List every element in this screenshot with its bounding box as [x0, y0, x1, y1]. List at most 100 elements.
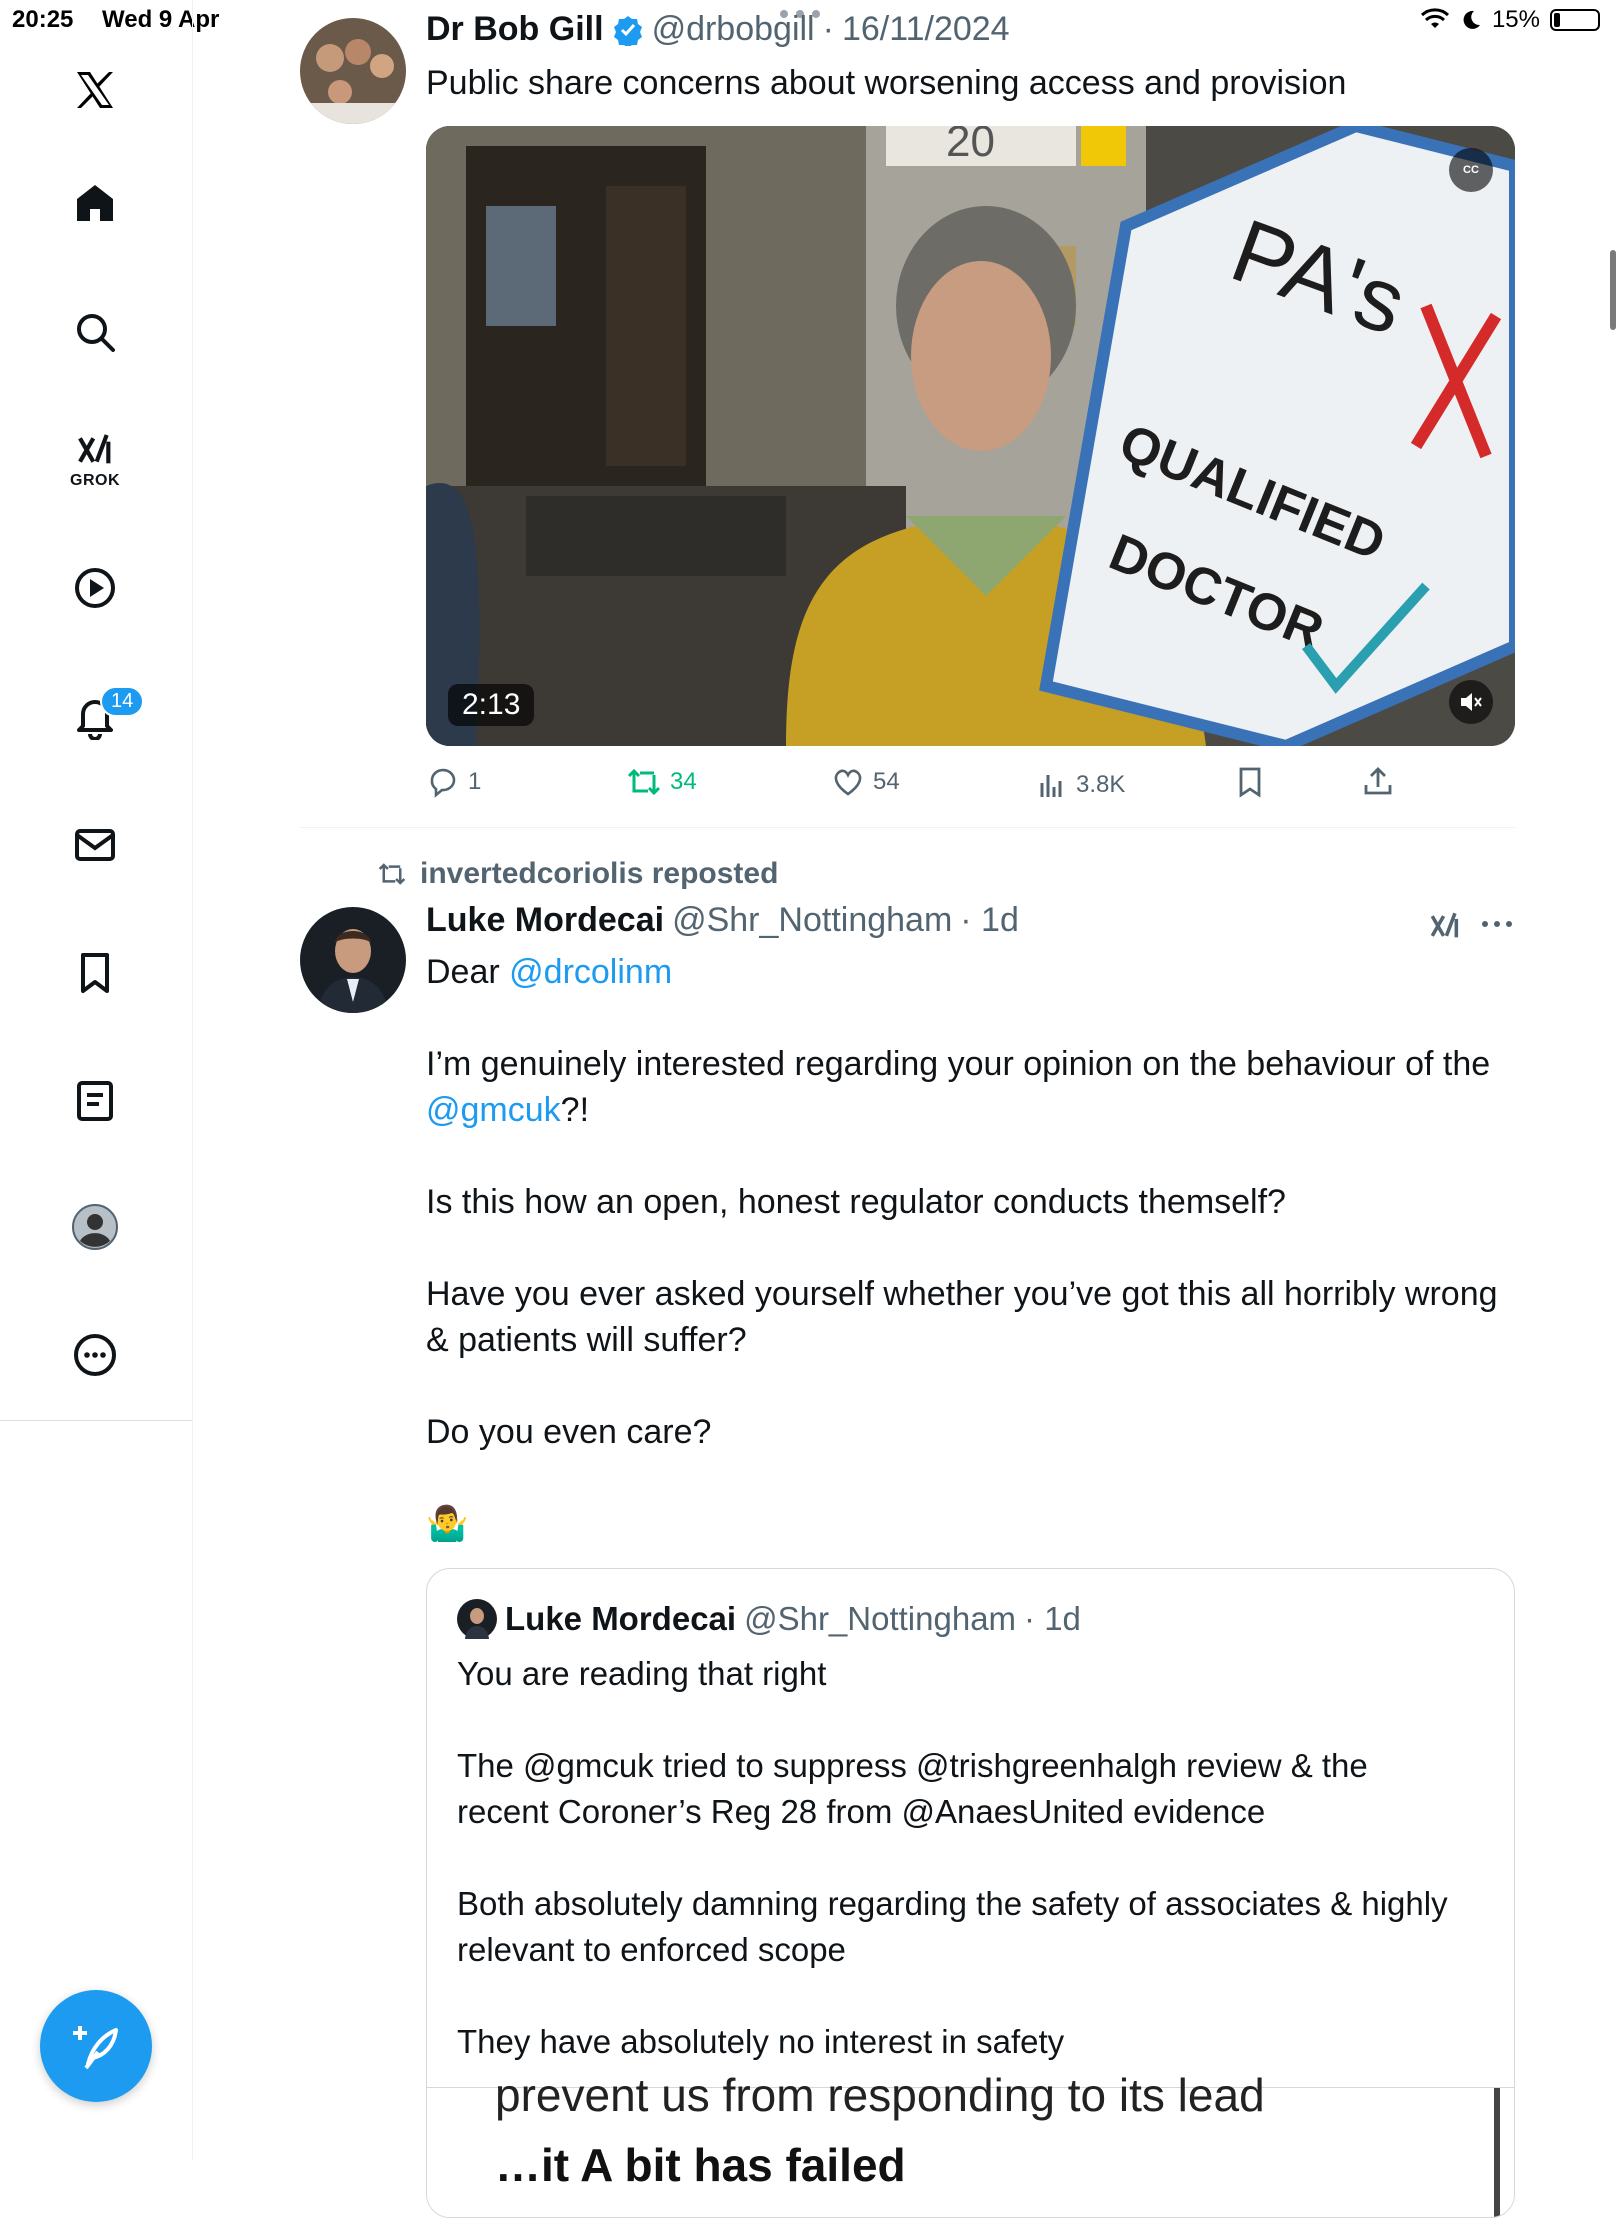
quote-author-handle[interactable]: @Shr_Nottingham [744, 1600, 1016, 1638]
quote-line: You are reading that right [457, 1655, 827, 1692]
paragraph-text: I’m genuinely interested regarding your … [426, 1045, 1491, 1083]
tweet-body: Dear @drcolinm I’m genuinely interested … [426, 949, 1515, 1547]
sidebar-item-profile[interactable] [45, 1187, 145, 1267]
tweet-line: Dear @drcolinm [426, 949, 1515, 995]
avatar[interactable] [300, 907, 406, 1013]
sidebar-item-explore[interactable] [45, 292, 145, 372]
sidebar-item-more[interactable] [45, 1315, 145, 1395]
tweet-luke-mordecai[interactable]: invertedcoriolis reposted Luke Mordecai … [300, 827, 1515, 2218]
sidebar-item-notifications[interactable]: 14 [45, 676, 145, 756]
views-button[interactable]: 3.8K [1036, 769, 1125, 801]
list-icon [77, 1081, 113, 1121]
tweet-text: Public share concerns about worsening ac… [426, 64, 1347, 102]
scrollbar[interactable] [1610, 250, 1616, 330]
view-count: 3.8K [1076, 771, 1126, 798]
tweet-drbobgill[interactable]: Dr Bob Gill @drbobgill · 16/11/2024 Publ… [300, 0, 1515, 828]
compose-feather-icon [73, 2026, 118, 2070]
video-frame: 20 PA's QUALIFIED DOCTOR [426, 126, 1515, 746]
shrug-emoji: 🤷‍♂️ [426, 1505, 469, 1543]
mail-icon [75, 829, 115, 861]
quote-line: relevant to enforced scope [457, 1931, 846, 1968]
notifications-badge: 14 [100, 686, 145, 717]
repost-icon [627, 768, 661, 796]
author-name[interactable]: Luke Mordecai [426, 901, 664, 940]
repost-button[interactable]: 34 [626, 765, 697, 799]
repost-indicator: invertedcoriolis reposted [376, 857, 778, 891]
sidebar-item-bookmarks[interactable] [45, 933, 145, 1013]
avatar[interactable] [300, 18, 406, 124]
portrait-avatar-icon [300, 907, 406, 1013]
profile-avatar-icon [72, 1204, 118, 1250]
bookmark-icon [1239, 767, 1261, 798]
play-circle-icon [75, 568, 115, 608]
separator-dot: · [822, 10, 834, 48]
grok-icon [78, 434, 111, 464]
quote-avatar [457, 1599, 497, 1639]
share-icon [1364, 767, 1392, 795]
sidebar-item-home[interactable] [45, 163, 145, 243]
paragraph-text: Do you even care? [426, 1413, 712, 1451]
quote-line: The @gmcuk tried to suppress @trishgreen… [457, 1747, 1368, 1784]
x-logo-icon[interactable] [45, 50, 145, 130]
sidebar-item-grok[interactable]: GROK [45, 420, 145, 500]
sidebar-item-messages[interactable] [45, 805, 145, 885]
repost-icon [378, 863, 406, 885]
author-handle[interactable]: @drbobgill [652, 10, 815, 49]
sidebar-nav: GROK 14 [0, 0, 193, 2160]
tweet-actions: 1 34 54 3.8K [426, 765, 1515, 809]
image-text: …it A bit has failed [495, 2139, 906, 2191]
more-options-icon[interactable] [1480, 919, 1514, 929]
tweet-paragraph: Have you ever asked yourself whether you… [426, 1271, 1515, 1363]
sidebar-item-videos[interactable] [45, 548, 145, 628]
sidebar-divider [0, 1420, 192, 1421]
mention-drcolinm[interactable]: @drcolinm [509, 953, 672, 991]
more-circle-icon [74, 1334, 116, 1376]
compose-button[interactable] [40, 1990, 152, 2102]
verified-badge-icon [613, 15, 642, 46]
quoted-tweet[interactable]: Luke Mordecai @Shr_Nottingham · 1d You a… [426, 1568, 1515, 2218]
share-button[interactable] [1361, 765, 1395, 799]
paragraph-text: & patients will suffer? [426, 1321, 747, 1359]
reply-button[interactable]: 1 [426, 765, 481, 799]
home-icon [77, 185, 113, 221]
quote-author-name[interactable]: Luke Mordecai [505, 1600, 736, 1638]
tweet-paragraph: I’m genuinely interested regarding your … [426, 1041, 1515, 1133]
reply-count: 1 [468, 768, 482, 795]
building-number: 20 [946, 126, 995, 166]
quote-line: Both absolutely damning regarding the sa… [457, 1885, 1448, 1922]
sidebar-item-lists[interactable] [45, 1061, 145, 1141]
quote-attached-image[interactable]: prevent us from responding to its lead …… [427, 2069, 1514, 2217]
speaker-muted-icon [1461, 693, 1482, 711]
author-handle[interactable]: @Shr_Nottingham [672, 901, 952, 940]
greeting-text: Dear [426, 953, 510, 991]
reposted-by-label[interactable]: invertedcoriolis reposted [420, 857, 778, 891]
bookmark-icon [81, 953, 109, 993]
tweet-time[interactable]: · 1d [960, 901, 1019, 940]
like-count: 54 [873, 768, 900, 795]
tweet-date[interactable]: 16/11/2024 [842, 10, 1010, 49]
image-margin-line [1494, 2088, 1500, 2217]
reply-icon [430, 768, 456, 798]
heart-icon [834, 769, 862, 796]
mention-gmcuk[interactable]: @gmcuk [426, 1091, 561, 1129]
quote-time[interactable]: · 1d [1024, 1600, 1081, 1638]
like-button[interactable]: 54 [831, 765, 900, 799]
paragraph-text: Is this how an open, honest regulator co… [426, 1183, 1286, 1221]
quote-line: recent Coroner’s Reg 28 from @AnaesUnite… [457, 1793, 1266, 1830]
mute-button[interactable] [1449, 680, 1493, 724]
search-icon [77, 314, 115, 352]
paragraph-text: Have you ever asked yourself whether you… [426, 1275, 1498, 1313]
captions-button[interactable]: CC [1449, 148, 1493, 192]
family-photo-avatar-icon [300, 18, 406, 124]
author-name[interactable]: Dr Bob Gill [426, 10, 604, 49]
bookmark-button[interactable] [1234, 765, 1266, 799]
grok-explain-icon[interactable] [1427, 909, 1463, 943]
repost-count: 34 [670, 768, 697, 795]
analytics-icon [1040, 775, 1062, 797]
punctuation-text: ?! [560, 1091, 590, 1129]
quote-line: They have absolutely no interest in safe… [457, 2023, 1065, 2060]
grok-label: GROK [70, 472, 120, 489]
video-player[interactable]: 20 PA's QUALIFIED DOCTOR CC 2:13 [426, 126, 1515, 746]
battery-icon [1550, 9, 1600, 31]
video-duration: 2:13 [448, 684, 535, 726]
